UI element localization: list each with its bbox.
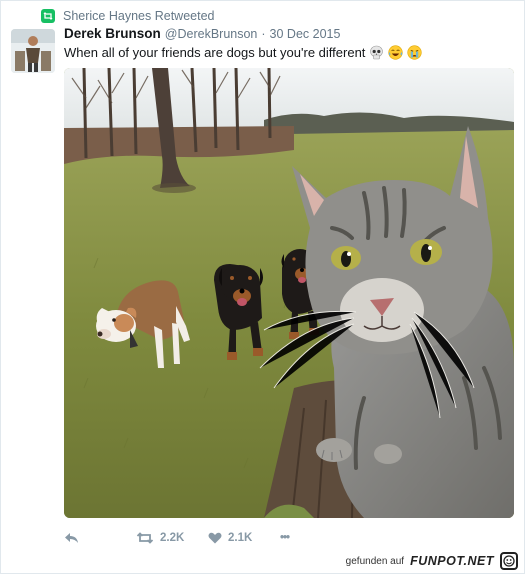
tweet-actions: 2.2K 2.1K •••: [64, 529, 290, 547]
more-icon: •••: [280, 532, 290, 544]
tears-of-joy-emoji: [388, 44, 404, 60]
like-button[interactable]: 2.1K: [208, 532, 280, 544]
tweet-photo[interactable]: [64, 68, 514, 518]
retweeted-by-text[interactable]: Sherice Haynes Retweeted: [63, 9, 214, 23]
tweet-text-row: When all of your friends are dogs but yo…: [64, 43, 423, 61]
reply-icon: [65, 533, 78, 543]
retweet-badge-icon: [41, 9, 55, 23]
crying-face-emoji: [407, 44, 423, 60]
more-button[interactable]: •••: [280, 532, 290, 544]
reply-button[interactable]: [64, 532, 136, 544]
avatar[interactable]: [11, 29, 55, 73]
tweet-card: Sherice Haynes Retweeted Derek Brunson @…: [0, 0, 525, 574]
tweet-text: When all of your friends are dogs but yo…: [64, 44, 366, 60]
like-count: 2.1K: [228, 532, 253, 544]
watermark-prefix: gefunden auf: [345, 555, 405, 567]
watermark-brand: FUNPOT.NET: [410, 554, 494, 568]
tweet-date[interactable]: 30 Dec 2015: [270, 27, 341, 41]
author-name[interactable]: Derek Brunson: [64, 26, 161, 41]
separator: ·: [261, 27, 266, 41]
retweet-context: Sherice Haynes Retweeted: [41, 8, 214, 24]
retweet-count: 2.2K: [160, 532, 185, 544]
skull-emoji: [369, 45, 384, 60]
author-handle[interactable]: @DerekBrunson: [165, 27, 258, 41]
retweet-icon: [136, 532, 154, 544]
heart-icon: [208, 532, 222, 544]
retweet-button[interactable]: 2.2K: [136, 532, 208, 544]
source-watermark: gefunden auf FUNPOT.NET: [346, 551, 518, 571]
funpot-logo-icon: [500, 552, 518, 570]
tweet-header: Derek Brunson @DerekBrunson · 30 Dec 201…: [64, 26, 340, 44]
